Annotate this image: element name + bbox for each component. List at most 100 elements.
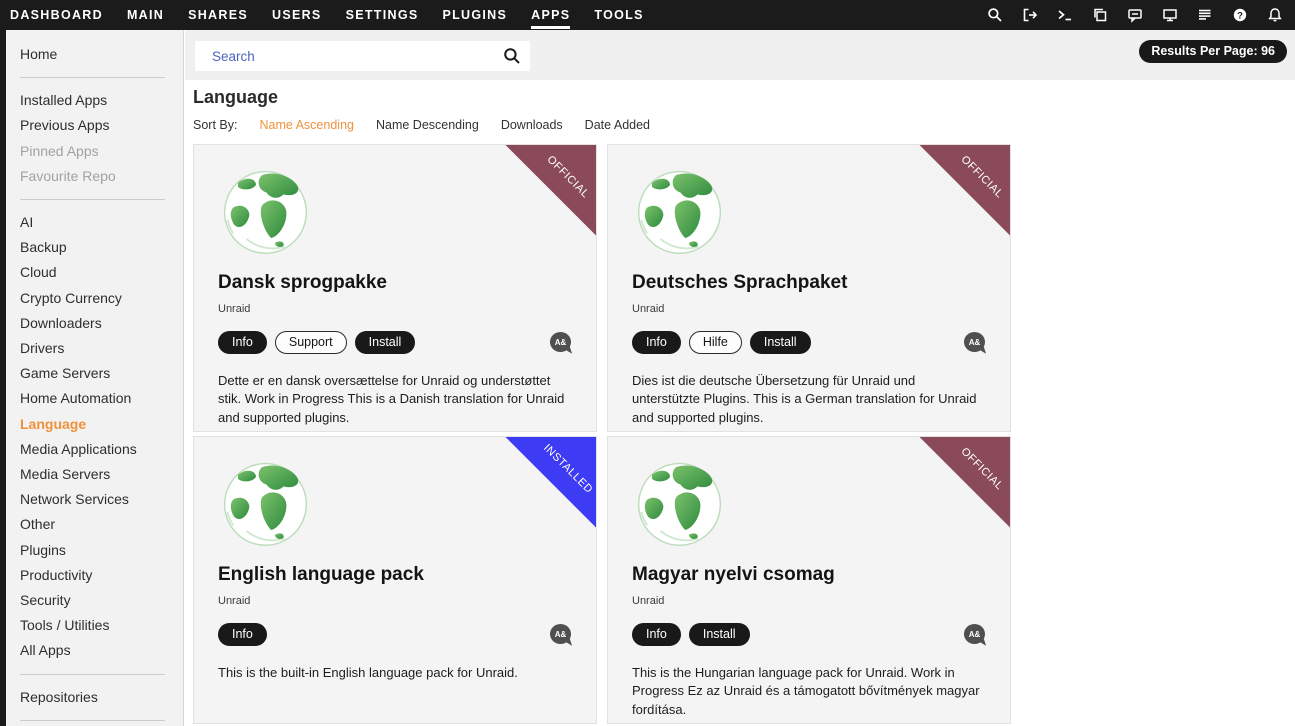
app-repo: Unraid — [632, 303, 986, 315]
top-nav: DASHBOARD MAIN SHARES USERS SETTINGS PLU… — [0, 0, 1295, 30]
sidebar-item-backup[interactable]: Backup — [6, 235, 183, 260]
sidebar: Home Installed Apps Previous Apps Pinned… — [6, 30, 184, 726]
sidebar-item-home[interactable]: Home — [6, 42, 183, 67]
search-input[interactable] — [195, 49, 503, 64]
nav-item-tools[interactable]: TOOLS — [594, 2, 643, 29]
official-ribbon: OFFICIAL — [919, 144, 1011, 236]
official-ribbon: OFFICIAL — [505, 144, 597, 236]
support-button[interactable]: Support — [275, 331, 347, 354]
log-icon[interactable] — [1197, 7, 1213, 23]
install-button[interactable]: Install — [355, 331, 416, 354]
sidebar-item-ai[interactable]: AI — [6, 210, 183, 235]
sidebar-item-game-servers[interactable]: Game Servers — [6, 361, 183, 386]
app-card-grid: OFFICIAL Dansk sprogpakke Unraid Info Su… — [193, 144, 1295, 724]
sidebar-item-media-servers[interactable]: Media Servers — [6, 462, 183, 487]
info-button[interactable]: Info — [632, 331, 681, 354]
app-actions: Info Support Install A& — [218, 331, 572, 354]
notifications-icon[interactable] — [1267, 7, 1283, 23]
nav-icons: ? — [987, 7, 1295, 23]
terminal-icon[interactable] — [1057, 7, 1073, 23]
sidebar-item-network-services[interactable]: Network Services — [6, 487, 183, 512]
sidebar-item-drivers[interactable]: Drivers — [6, 336, 183, 361]
translate-icon[interactable]: A& — [550, 332, 572, 353]
sidebar-item-crypto-currency[interactable]: Crypto Currency — [6, 286, 183, 311]
official-ribbon: OFFICIAL — [919, 436, 1011, 528]
sidebar-item-previous-apps[interactable]: Previous Apps — [6, 113, 183, 138]
sidebar-item-media-applications[interactable]: Media Applications — [6, 437, 183, 462]
copy-icon[interactable] — [1092, 7, 1108, 23]
globe-icon[interactable] — [632, 455, 727, 550]
app-actions: Info Install A& — [632, 623, 986, 646]
sidebar-item-pinned-apps: Pinned Apps — [6, 139, 183, 164]
sidebar-item-favourite-repo: Favourite Repo — [6, 164, 183, 189]
app-description: Dette er en dansk oversættelse for Unrai… — [218, 372, 572, 427]
support-button[interactable]: Hilfe — [689, 331, 742, 354]
sidebar-item-security[interactable]: Security — [6, 588, 183, 613]
globe-icon[interactable] — [632, 163, 727, 258]
nav-item-plugins[interactable]: PLUGINS — [442, 2, 507, 29]
info-button[interactable]: Info — [218, 331, 267, 354]
app-title[interactable]: Deutsches Sprachpaket — [632, 272, 986, 294]
nav-item-shares[interactable]: SHARES — [188, 2, 248, 29]
sidebar-item-other[interactable]: Other — [6, 512, 183, 537]
app-card-deutsches-sprachpaket: OFFICIAL Deutsches Sprachpaket Unraid In… — [607, 144, 1011, 432]
sidebar-item-plugins[interactable]: Plugins — [6, 538, 183, 563]
translate-icon[interactable]: A& — [964, 624, 986, 645]
info-button[interactable]: Info — [632, 623, 681, 646]
app-description: This is the Hungarian language pack for … — [632, 664, 986, 719]
sidebar-item-downloaders[interactable]: Downloaders — [6, 311, 183, 336]
nav-item-settings[interactable]: SETTINGS — [346, 2, 419, 29]
sidebar-divider — [20, 674, 165, 675]
globe-icon[interactable] — [218, 163, 313, 258]
sidebar-item-productivity[interactable]: Productivity — [6, 563, 183, 588]
app-card-dansk-sprogpakke: OFFICIAL Dansk sprogpakke Unraid Info Su… — [193, 144, 597, 432]
app-repo: Unraid — [218, 595, 572, 607]
sidebar-item-all-apps[interactable]: All Apps — [6, 638, 183, 663]
nav-item-main[interactable]: MAIN — [127, 2, 164, 29]
install-button[interactable]: Install — [689, 623, 750, 646]
logout-icon[interactable] — [1022, 7, 1038, 23]
info-button[interactable]: Info — [218, 623, 267, 646]
search-icon[interactable] — [987, 7, 1003, 23]
app-title[interactable]: Dansk sprogpakke — [218, 272, 572, 294]
nav-item-users[interactable]: USERS — [272, 2, 322, 29]
globe-icon[interactable] — [218, 455, 313, 550]
app-repo: Unraid — [218, 303, 572, 315]
sidebar-item-tools-utilities[interactable]: Tools / Utilities — [6, 613, 183, 638]
sidebar-item-cloud[interactable]: Cloud — [6, 260, 183, 285]
results-per-page-badge[interactable]: Results Per Page: 96 — [1139, 40, 1287, 63]
sort-by-label: Sort By: — [193, 118, 237, 132]
monitor-icon[interactable] — [1162, 7, 1178, 23]
sort-name-descending[interactable]: Name Descending — [376, 118, 479, 132]
app-title[interactable]: Magyar nyelvi csomag — [632, 564, 986, 586]
search-submit-icon[interactable] — [503, 47, 521, 65]
sort-date-added[interactable]: Date Added — [585, 118, 650, 132]
app-repo: Unraid — [632, 595, 986, 607]
sidebar-item-installed-apps[interactable]: Installed Apps — [6, 88, 183, 113]
sidebar-item-home-automation[interactable]: Home Automation — [6, 386, 183, 411]
help-icon[interactable]: ? — [1232, 7, 1248, 23]
app-description: This is the built-in English language pa… — [218, 664, 572, 682]
translate-icon[interactable]: A& — [964, 332, 986, 353]
toolbar-band: Results Per Page: 96 — [185, 30, 1295, 80]
sort-downloads[interactable]: Downloads — [501, 118, 563, 132]
nav-menu: DASHBOARD MAIN SHARES USERS SETTINGS PLU… — [0, 2, 644, 29]
sidebar-item-repositories[interactable]: Repositories — [6, 685, 183, 710]
sort-name-ascending[interactable]: Name Ascending — [259, 118, 354, 132]
app-title[interactable]: English language pack — [218, 564, 572, 586]
translate-icon[interactable]: A& — [550, 624, 572, 645]
installed-ribbon: INSTALLED — [505, 436, 597, 528]
feedback-icon[interactable] — [1127, 7, 1143, 23]
app-card-magyar-nyelvi-csomag: OFFICIAL Magyar nyelvi csomag Unraid Inf… — [607, 436, 1011, 724]
nav-item-apps[interactable]: APPS — [531, 2, 570, 29]
page-title: Language — [193, 87, 1295, 108]
sidebar-item-language[interactable]: Language — [6, 412, 183, 437]
search-box — [195, 41, 530, 71]
app-card-english-language-pack: INSTALLED English language pack Unraid I… — [193, 436, 597, 724]
svg-text:?: ? — [1237, 10, 1243, 21]
main-content: Results Per Page: 96 Language Sort By: N… — [185, 30, 1295, 726]
nav-item-dashboard[interactable]: DASHBOARD — [10, 2, 103, 29]
sidebar-divider — [20, 199, 165, 200]
sidebar-divider — [20, 77, 165, 78]
install-button[interactable]: Install — [750, 331, 811, 354]
